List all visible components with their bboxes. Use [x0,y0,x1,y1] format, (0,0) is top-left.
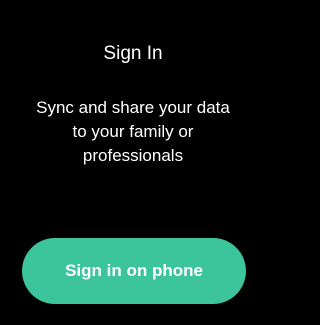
sign-in-on-phone-button[interactable]: Sign in on phone [22,238,246,304]
description-line-3: professionals [82,146,184,165]
page-title: Sign In [103,43,163,64]
sign-in-screen: Sign In Sync and share your data to your… [0,0,266,325]
description-line-2: to your family or [72,122,194,141]
sign-in-description: Sync and share your data to your family … [0,96,266,168]
description-line-1: Sync and share your data [36,98,230,117]
